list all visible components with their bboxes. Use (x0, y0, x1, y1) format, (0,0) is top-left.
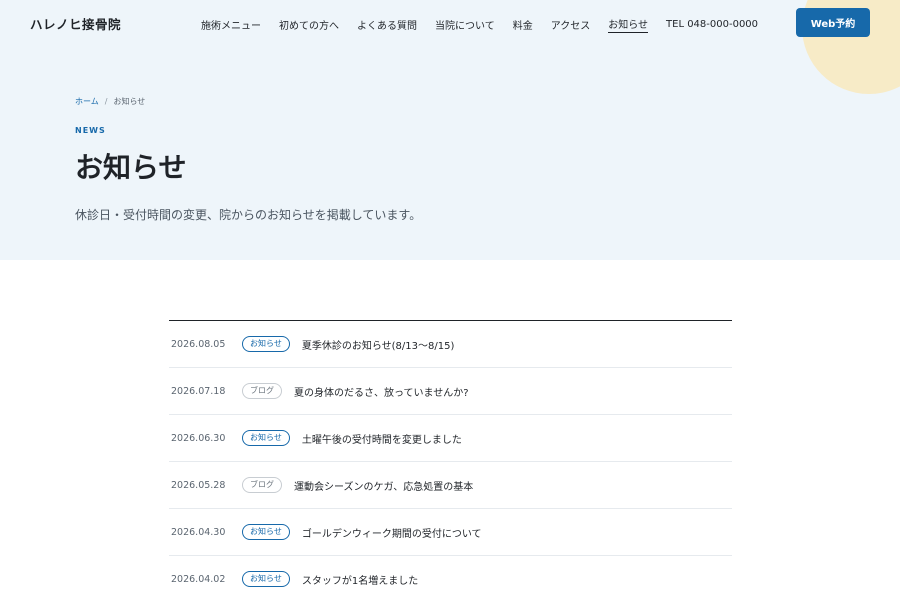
news-date: 2026.04.02 (171, 573, 226, 585)
news-category-badge: お知らせ (242, 336, 290, 352)
news-row[interactable]: 2026.07.18 ブログ 夏の身体のだるさ、放っていませんか? (169, 368, 732, 415)
news-title-link[interactable]: スタッフが1名増えました (302, 572, 418, 587)
breadcrumb-separator: / (104, 97, 108, 106)
nav-item-faq[interactable]: よくある質問 (357, 17, 417, 33)
news-category-badge: お知らせ (242, 430, 290, 446)
web-reservation-button[interactable]: Web予約 (796, 8, 870, 37)
news-date: 2026.07.18 (171, 385, 226, 397)
news-category-badge: お知らせ (242, 524, 290, 540)
news-category-badge: ブログ (242, 383, 282, 399)
nav-item-price[interactable]: 料金 (513, 17, 533, 33)
news-row[interactable]: 2026.04.30 お知らせ ゴールデンウィーク期間の受付について (169, 509, 732, 556)
news-list: 2026.08.05 お知らせ 夏季休診のお知らせ(8/13〜8/15) 2026.0… (169, 320, 732, 600)
section-eyebrow: NEWS (75, 126, 106, 135)
nav-item-menu[interactable]: 施術メニュー (201, 17, 261, 33)
news-date: 2026.06.30 (171, 432, 226, 444)
news-date: 2026.04.30 (171, 526, 226, 538)
news-title-link[interactable]: 運動会シーズンのケガ、応急処置の基本 (294, 478, 473, 493)
news-title-link[interactable]: ゴールデンウィーク期間の受付について (302, 525, 482, 540)
news-category-badge: ブログ (242, 477, 282, 493)
news-row[interactable]: 2026.06.30 お知らせ 土曜午後の受付時間を変更しました (169, 415, 732, 462)
page-title: お知らせ (75, 151, 187, 184)
news-date: 2026.05.28 (171, 479, 226, 491)
nav-item-first-visit[interactable]: 初めての方へ (279, 17, 339, 33)
page-description: 休診日・受付時間の変更、院からのお知らせを掲載しています。 (75, 208, 422, 222)
news-title-link[interactable]: 夏季休診のお知らせ(8/13〜8/15) (302, 337, 455, 352)
nav-tel-link[interactable]: TEL 048-000-0000 (666, 19, 758, 30)
nav-item-about[interactable]: 当院について (435, 17, 495, 33)
main-nav: 施術メニュー 初めての方へ よくある質問 当院について 料金 アクセス お知らせ… (201, 16, 758, 33)
breadcrumb: ホーム / お知らせ (75, 96, 145, 107)
news-title-link[interactable]: 夏の身体のだるさ、放っていませんか? (294, 384, 469, 399)
news-row[interactable]: 2026.08.05 お知らせ 夏季休診のお知らせ(8/13〜8/15) (169, 321, 732, 368)
news-title-link[interactable]: 土曜午後の受付時間を変更しました (302, 431, 462, 446)
breadcrumb-current: お知らせ (113, 97, 146, 106)
breadcrumb-home-link[interactable]: ホーム (75, 96, 99, 107)
nav-item-access[interactable]: アクセス (551, 17, 591, 33)
news-row[interactable]: 2026.04.02 お知らせ スタッフが1名増えました (169, 556, 732, 600)
news-date: 2026.08.05 (171, 338, 226, 350)
nav-item-news[interactable]: お知らせ (608, 16, 649, 33)
site-logo[interactable]: ハレノヒ接骨院 (30, 14, 121, 33)
site-header: ハレノヒ接骨院 施術メニュー 初めての方へ よくある質問 当院について 料金 ア… (0, 0, 900, 46)
news-category-badge: お知らせ (242, 571, 290, 587)
news-row[interactable]: 2026.05.28 ブログ 運動会シーズンのケガ、応急処置の基本 (169, 462, 732, 509)
